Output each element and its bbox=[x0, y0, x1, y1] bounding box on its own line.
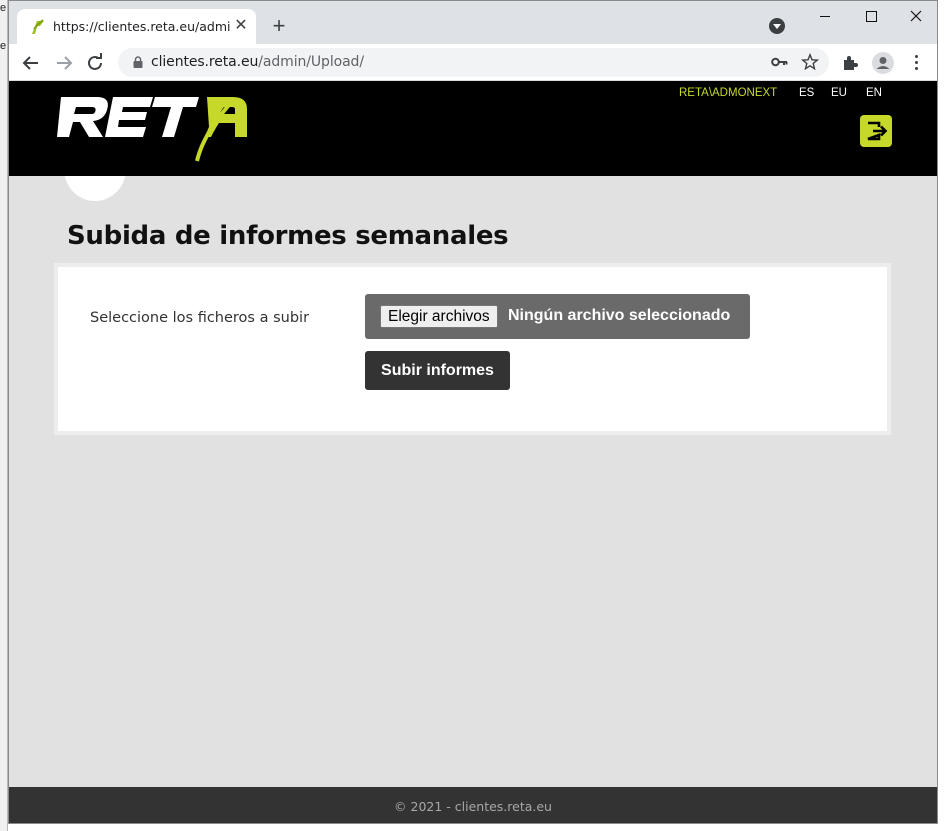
lang-eu-link[interactable]: EU bbox=[831, 87, 847, 99]
back-icon[interactable] bbox=[18, 50, 44, 76]
tab-title: https://clientes.reta.eu/admin/Upload/ bbox=[53, 19, 231, 34]
browser-toolbar: clientes.reta.eu/admin/Upload/ bbox=[9, 44, 937, 81]
logout-icon bbox=[867, 121, 888, 141]
background-glyph: e bbox=[0, 2, 7, 14]
browser-window: https://clientes.reta.eu/admin/Upload/ ✕… bbox=[8, 0, 938, 824]
address-bar[interactable]: clientes.reta.eu/admin/Upload/ bbox=[118, 48, 829, 77]
reta-logo[interactable] bbox=[57, 95, 257, 167]
close-window-button[interactable] bbox=[893, 1, 937, 31]
url-text: clientes.reta.eu/admin/Upload/ bbox=[151, 54, 364, 70]
reload-icon[interactable] bbox=[82, 50, 108, 76]
url-host: clientes.reta.eu bbox=[151, 54, 259, 70]
footer-text: © 2021 - clientes.reta.eu bbox=[394, 799, 552, 814]
tab-strip: https://clientes.reta.eu/admin/Upload/ ✕… bbox=[9, 1, 937, 44]
menu-icon[interactable] bbox=[909, 53, 923, 73]
submit-reports-button[interactable]: Subir informes bbox=[365, 351, 510, 390]
tab-close-icon[interactable]: ✕ bbox=[232, 17, 250, 35]
page-viewport: RETA\ADMONEXT ES EU EN Subida de informe… bbox=[9, 81, 937, 823]
background-glyph: e bbox=[0, 40, 7, 52]
file-input[interactable]: Elegir archivos Ningún archivo seleccion… bbox=[365, 294, 750, 339]
upload-panel: Seleccione los ficheros a subir Elegir a… bbox=[54, 263, 891, 435]
choose-files-button[interactable]: Elegir archivos bbox=[380, 305, 498, 328]
file-field-label: Seleccione los ficheros a subir bbox=[90, 310, 310, 326]
browser-tab[interactable]: https://clientes.reta.eu/admin/Upload/ ✕ bbox=[17, 9, 256, 44]
forward-icon[interactable] bbox=[51, 50, 77, 76]
star-icon[interactable] bbox=[801, 53, 819, 71]
extensions-icon[interactable] bbox=[841, 54, 859, 72]
maximize-button[interactable] bbox=[848, 1, 894, 31]
key-icon[interactable] bbox=[771, 55, 789, 69]
lang-en-link[interactable]: EN bbox=[866, 87, 882, 99]
logout-button[interactable] bbox=[860, 115, 892, 147]
favicon-icon bbox=[32, 19, 44, 34]
file-status-text: Ningún archivo seleccionado bbox=[508, 307, 731, 324]
close-icon bbox=[910, 10, 922, 22]
tab-search-icon[interactable] bbox=[769, 18, 785, 34]
profile-icon[interactable] bbox=[872, 52, 894, 74]
page-title: Subida de informes semanales bbox=[67, 221, 509, 251]
lock-icon bbox=[133, 56, 143, 68]
user-name[interactable]: RETA\ADMONEXT bbox=[679, 87, 777, 99]
site-header: RETA\ADMONEXT ES EU EN bbox=[9, 81, 937, 176]
footer: © 2021 - clientes.reta.eu bbox=[9, 787, 937, 823]
url-path: /admin/Upload/ bbox=[258, 54, 364, 70]
new-tab-button[interactable]: + bbox=[267, 15, 291, 39]
minimize-button[interactable] bbox=[802, 1, 848, 31]
avatar bbox=[876, 57, 890, 69]
background-window: e e bbox=[0, 0, 8, 831]
lang-es-link[interactable]: ES bbox=[799, 87, 814, 99]
